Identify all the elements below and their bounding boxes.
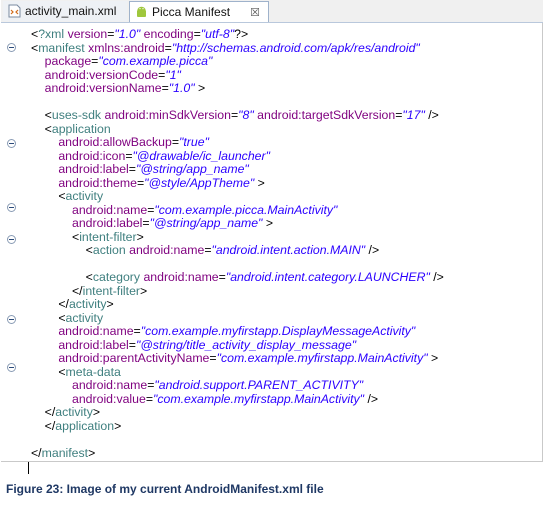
code-token: "17" — [402, 108, 425, 122]
code-token: = — [145, 391, 154, 406]
code-line: </manifest> — [31, 445, 95, 461]
code-token: android:versionName — [44, 81, 162, 95]
tab-label: activity_main.xml — [25, 4, 117, 18]
fold-toggle-icon[interactable] — [7, 43, 16, 52]
code-token: > — [427, 351, 439, 365]
code-token: </ — [31, 418, 56, 433]
code-token: "8" — [238, 108, 254, 122]
code-token: "android.intent.category.LAUNCHER" — [225, 270, 430, 284]
code-token: /> — [364, 391, 379, 406]
xml-file-icon — [7, 4, 21, 18]
close-tab-icon[interactable]: ☒ — [250, 6, 260, 19]
code-token: = — [218, 270, 226, 284]
code-token: "android.intent.action.MAIN" — [211, 243, 366, 257]
code-token: android:name — [140, 270, 219, 284]
code-token: "com.example.myfirstapp.MainActivity" — [216, 351, 428, 365]
fold-toggle-icon[interactable] — [7, 315, 16, 324]
fold-gutter — [1, 23, 31, 462]
code-token: > — [194, 81, 206, 95]
code-line: </application> — [31, 418, 122, 434]
code-token: > — [106, 297, 114, 311]
code-token: = — [204, 243, 212, 257]
editor-tab-bar: activity_main.xml Picca Manifest ☒ — [1, 0, 543, 23]
code-token: android:targetSdkVersion — [253, 108, 396, 122]
code-token: = — [161, 81, 169, 95]
code-token: > — [114, 418, 122, 433]
code-line: android:versionName="1.0" > — [31, 80, 206, 96]
text-cursor — [28, 462, 29, 474]
code-token: = — [209, 351, 217, 365]
fold-toggle-icon[interactable] — [7, 203, 16, 212]
code-token: "@string/app_name" — [149, 216, 263, 230]
tab-picca-manifest[interactable]: Picca Manifest ☒ — [129, 1, 269, 22]
code-token: "com.example.myfirstapp.MainActivity" — [153, 391, 365, 406]
code-editor[interactable]: <?xml version="1.0" encoding="utf-8"?> <m… — [1, 23, 543, 462]
code-token: > — [88, 445, 96, 460]
code-token: android:name — [125, 243, 205, 257]
code-token: > — [140, 283, 148, 298]
code-token: action — [92, 243, 126, 257]
code-token: manifest — [41, 445, 89, 460]
figure-caption: Figure 23: Image of my current AndroidMa… — [6, 482, 324, 496]
code-token: < — [31, 243, 93, 257]
code-token: "1.0" — [168, 81, 195, 95]
tab-activity-main-xml[interactable]: activity_main.xml — [3, 1, 127, 21]
code-token: > — [254, 175, 265, 190]
fold-toggle-icon[interactable] — [7, 139, 16, 148]
code-token: > — [262, 216, 274, 230]
android-manifest-icon — [134, 5, 148, 19]
code-token: application — [55, 418, 115, 433]
tab-label: Picca Manifest — [152, 5, 231, 19]
code-token: /> — [429, 270, 444, 284]
code-line: <action android:name="android.intent.act… — [31, 242, 380, 258]
fold-toggle-icon[interactable] — [7, 363, 16, 372]
code-token: </ — [31, 445, 42, 460]
code-token: "@style/AppTheme" — [144, 175, 255, 190]
code-token: /> — [365, 243, 380, 257]
fold-toggle-icon[interactable] — [7, 235, 16, 244]
code-token: /> — [424, 108, 439, 122]
editor-window: activity_main.xml Picca Manifest ☒ <?xml… — [1, 0, 543, 462]
code-token: android:minSdkVersion — [101, 108, 231, 122]
